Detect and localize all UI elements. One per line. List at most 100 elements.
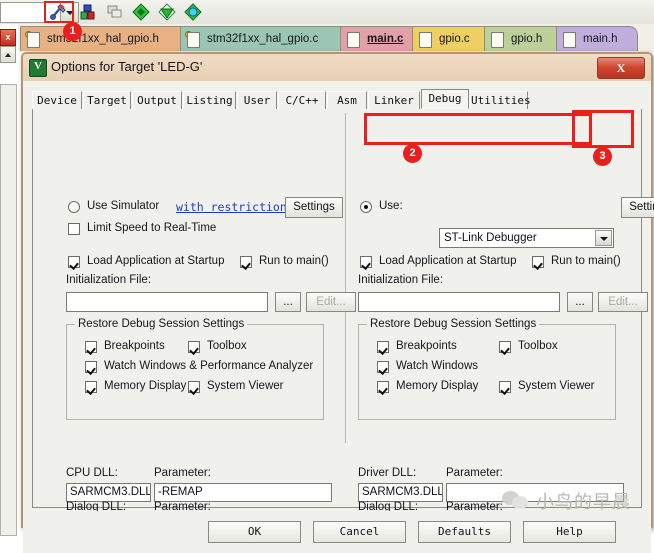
dialog-button-bar: OK Cancel Defaults Help [23,511,651,553]
limit-speed-checkbox[interactable] [68,223,80,235]
left-init-file-input[interactable] [66,292,268,312]
manage-components-icon[interactable] [79,3,97,21]
dialog-body: Device Target Output Listing User C/C++ Asm Lin… [23,81,654,553]
document-icon [347,32,360,48]
left-init-file-label: Initialization File: [66,274,152,286]
left-toolbox-checkbox[interactable] [188,341,200,353]
tab-target[interactable]: Target [83,91,131,109]
left-run-to-main-checkbox[interactable] [240,256,252,268]
left-breakpoints-label: Breakpoints [104,340,165,352]
right-toolbox-checkbox[interactable] [499,341,511,353]
use-simulator-radio[interactable] [68,201,80,213]
chevron-down-icon[interactable] [595,230,612,246]
tab-output[interactable]: Output [132,91,182,109]
tab-asm[interactable]: Asm [327,91,367,109]
tab-listing[interactable]: Listing [183,91,236,109]
file-tab-label: main.h [583,33,618,45]
tab-debug[interactable]: Debug [421,89,469,109]
ok-button[interactable]: OK [208,521,301,543]
cpu-dll-label: CPU DLL: [66,467,118,479]
right-edit-button: Edit... [598,292,648,312]
left-dock: x [0,24,20,536]
defaults-button[interactable]: Defaults [418,521,511,543]
dialog-titlebar[interactable]: Options for Target 'LED-G' X [23,54,651,81]
driver-parameter-input[interactable] [446,483,624,502]
file-tab-label: main.c [367,33,404,45]
document-icon [419,32,432,48]
right-memory-display-checkbox[interactable] [377,381,389,393]
driver-dll-input[interactable]: SARMCM3.DLL [358,483,443,502]
batch-build-icon[interactable] [106,3,124,21]
use-debugger-radio[interactable] [360,201,372,213]
with-restrictions-link[interactable]: with restrictions [176,200,294,214]
cpu-dll-input[interactable]: SARMCM3.DLL [66,483,151,502]
right-watch-windows-checkbox[interactable] [377,361,389,373]
debugger-settings-button[interactable]: Settings [621,197,654,218]
driver-parameter-label: Parameter: [446,467,503,479]
rebuild-icon[interactable] [158,3,176,21]
right-run-to-main-label: Run to main() [551,255,621,267]
annotation-box-1 [44,1,74,23]
editor-file-tabs: stm32f1xx_hal_gpio.h stm32f1xx_hal_gpio.c… [18,24,654,52]
right-init-file-input[interactable] [358,292,560,312]
panel-divider [345,113,346,443]
right-load-app-checkbox[interactable] [360,256,372,268]
scroll-up-icon[interactable] [0,46,16,63]
right-breakpoints-label: Breakpoints [396,340,457,352]
document-icon [187,32,200,48]
left-system-viewer-checkbox[interactable] [188,381,200,393]
right-watch-windows-label: Watch Windows [396,360,479,372]
main-toolbar [0,0,654,25]
translate-file-icon[interactable] [184,3,202,21]
tab-utilities[interactable]: Utilities [470,91,531,109]
left-toolbox-label: Toolbox [207,340,247,352]
left-watch-windows-label: Watch Windows & Performance Analyzer [104,360,314,372]
use-simulator-label: Use Simulator [87,200,160,212]
file-tab-main-h[interactable]: main.h [556,26,638,51]
annotation-badge-1: 1 [63,22,82,41]
right-browse-button[interactable]: ... [567,292,593,312]
file-tab-stm32f1xx_hal_gpio-h[interactable]: stm32f1xx_hal_gpio.h [20,26,190,51]
file-tab-gpio-c[interactable]: gpio.c [412,26,494,51]
file-tab-stm32f1xx_hal_gpio-c[interactable]: stm32f1xx_hal_gpio.c [180,26,350,51]
left-browse-button[interactable]: ... [275,292,301,312]
cpu-parameter-input[interactable]: -REMAP [154,483,332,502]
build-icon[interactable] [132,3,150,21]
help-button[interactable]: Help [523,521,616,543]
right-breakpoints-checkbox[interactable] [377,341,389,353]
file-tab-main-c[interactable]: main.c [340,26,422,51]
right-load-app-label: Load Application at Startup [379,255,517,267]
file-tab-gpio-h[interactable]: gpio.h [484,26,566,51]
right-system-viewer-checkbox[interactable] [499,381,511,393]
file-tab-label: gpio.c [439,33,470,45]
close-button[interactable]: X [597,57,645,79]
document-icon [491,32,504,48]
right-restore-group-title: Restore Debug Session Settings [367,318,540,330]
annotation-badge-2: 2 [403,144,422,163]
debugger-select[interactable]: ST-Link Debugger [439,228,614,248]
keil-app-icon [29,59,47,77]
annotation-box-3 [572,110,634,148]
left-memory-display-checkbox[interactable] [85,381,97,393]
left-load-app-checkbox[interactable] [68,256,80,268]
left-edit-button: Edit... [306,292,356,312]
left-breakpoints-checkbox[interactable] [85,341,97,353]
right-toolbox-label: Toolbox [518,340,558,352]
cancel-button[interactable]: Cancel [313,521,406,543]
right-run-to-main-checkbox[interactable] [532,256,544,268]
right-init-file-label: Initialization File: [358,274,444,286]
left-run-to-main-label: Run to main() [259,255,329,267]
tab-linker[interactable]: Linker [368,91,420,109]
document-icon [563,32,576,48]
simulator-settings-button[interactable]: Settings [285,197,343,218]
left-system-viewer-label: System Viewer [207,380,284,392]
close-icon[interactable]: x [0,29,16,46]
tab-c-c-[interactable]: C/C++ [278,91,326,109]
left-restore-group [66,324,324,420]
tab-user[interactable]: User [237,91,277,109]
project-panel [0,84,17,536]
tab-device[interactable]: Device [32,91,82,109]
right-memory-display-label: Memory Display [396,380,479,392]
document-icon [27,32,40,48]
left-watch-windows-checkbox[interactable] [85,361,97,373]
